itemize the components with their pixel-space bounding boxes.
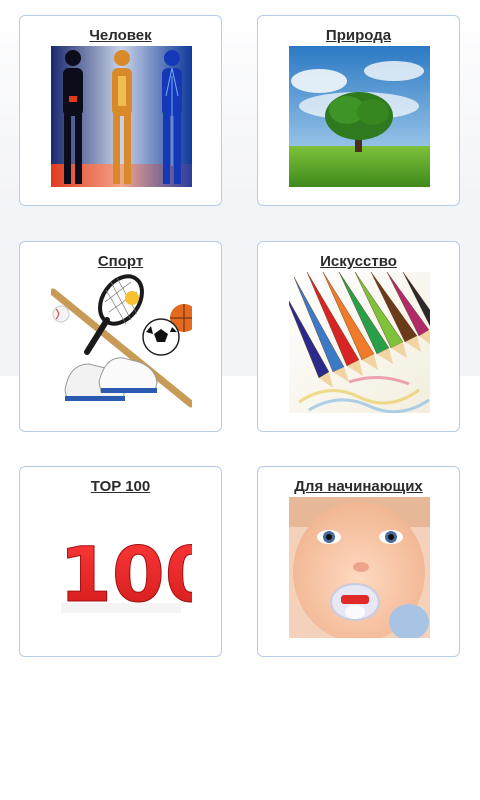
category-title-top100[interactable]: TOP 100	[20, 478, 221, 496]
number-100-image[interactable]: 100	[51, 497, 192, 638]
category-card-top100[interactable]: TOP 100 100	[19, 466, 222, 657]
human-anatomy-image[interactable]	[51, 46, 192, 187]
category-card-human[interactable]: Человек	[19, 15, 222, 206]
baby-pacifier-image[interactable]	[289, 497, 430, 638]
category-title-beginners[interactable]: Для начинающих	[258, 478, 459, 496]
category-card-sport[interactable]: Спорт	[19, 241, 222, 432]
sports-equipment-image[interactable]	[51, 272, 192, 413]
category-card-art[interactable]: Искусство	[257, 241, 460, 432]
tree-landscape-image[interactable]	[289, 46, 430, 187]
category-title-nature[interactable]: Природа	[258, 27, 459, 45]
category-title-art[interactable]: Искусство	[258, 253, 459, 271]
categories-page: { "categories": [ {"title": "Человек", "…	[0, 0, 480, 800]
colored-pencils-image[interactable]	[289, 272, 430, 413]
category-title-sport[interactable]: Спорт	[20, 253, 221, 271]
category-card-nature[interactable]: Природа	[257, 15, 460, 206]
category-card-beginners[interactable]: Для начинающих	[257, 466, 460, 657]
category-title-human[interactable]: Человек	[20, 27, 221, 45]
